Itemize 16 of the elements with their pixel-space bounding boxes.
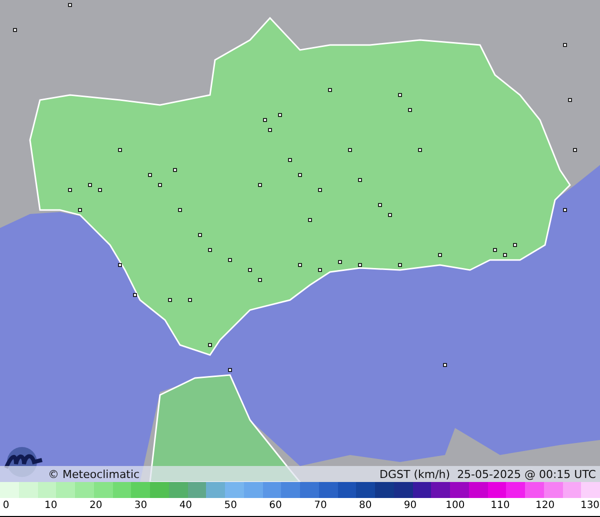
scale-label: 70 (314, 500, 327, 511)
scale-label: 90 (404, 500, 417, 511)
scale-label: 120 (536, 500, 555, 511)
map-info-text: DGST (km/h) 25-05-2025 @ 00:15 UTC (380, 468, 596, 480)
scale-label: 60 (269, 500, 282, 511)
scale-label: 0 (2, 500, 10, 511)
copyright-text: © Meteoclimatic (48, 468, 140, 480)
scale-label: 50 (224, 500, 237, 511)
scale-label: 10 (44, 500, 58, 511)
scale-label: 100 (446, 500, 465, 511)
scale-label: 80 (359, 500, 372, 511)
scale-label: 40 (179, 500, 192, 511)
scale-label: 110 (490, 500, 510, 511)
scale-label: 30 (134, 500, 148, 511)
scale-label: 20 (89, 500, 102, 511)
scale-label: 130 (580, 500, 600, 511)
